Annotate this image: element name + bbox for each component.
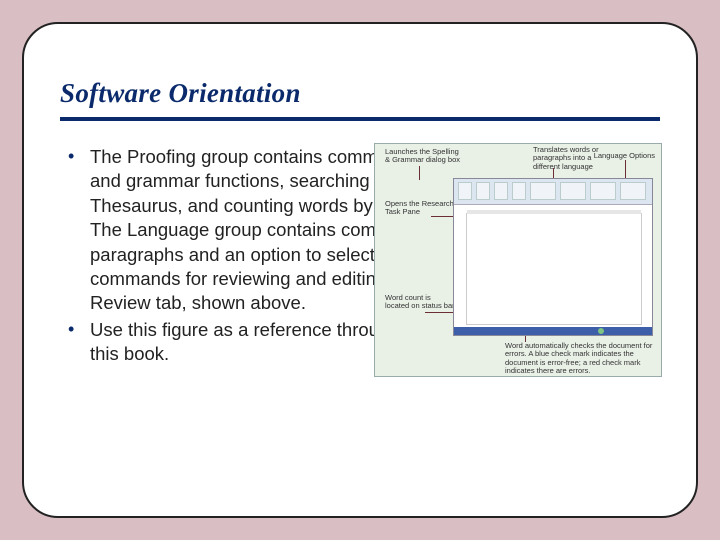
slide-card: Software Orientation The Proofing group … [22, 22, 698, 518]
figure-callout: Word automatically checks the document f… [505, 342, 655, 375]
mock-app-window [453, 178, 653, 336]
mock-ribbon-button [530, 182, 556, 200]
figure-screenshot: Launches the Spelling & Grammar dialog b… [374, 143, 662, 377]
mock-ribbon-button [476, 182, 490, 200]
mock-ribbon-button [620, 182, 646, 200]
mock-ribbon-button [590, 182, 616, 200]
mock-ribbon-button [512, 182, 526, 200]
callout-line [431, 216, 455, 217]
mock-status-indicator [598, 328, 604, 334]
mock-ribbon [454, 179, 652, 205]
mock-ribbon-button [560, 182, 586, 200]
figure-callout: Language Options [594, 152, 655, 160]
figure-callout: Word count is located on status bar [385, 294, 455, 311]
mock-status-bar [454, 327, 652, 335]
slide-body: The Proofing group contains commands for… [60, 145, 660, 367]
mock-ribbon-button [494, 182, 508, 200]
figure-callout: Launches the Spelling & Grammar dialog b… [385, 148, 465, 165]
mock-ribbon-button [458, 182, 472, 200]
callout-line [425, 312, 455, 313]
mock-ruler [467, 210, 641, 214]
slide-title: Software Orientation [60, 78, 660, 109]
callout-line [419, 166, 420, 180]
title-divider [60, 117, 660, 121]
callout-line [625, 160, 626, 180]
mock-document [466, 213, 642, 325]
